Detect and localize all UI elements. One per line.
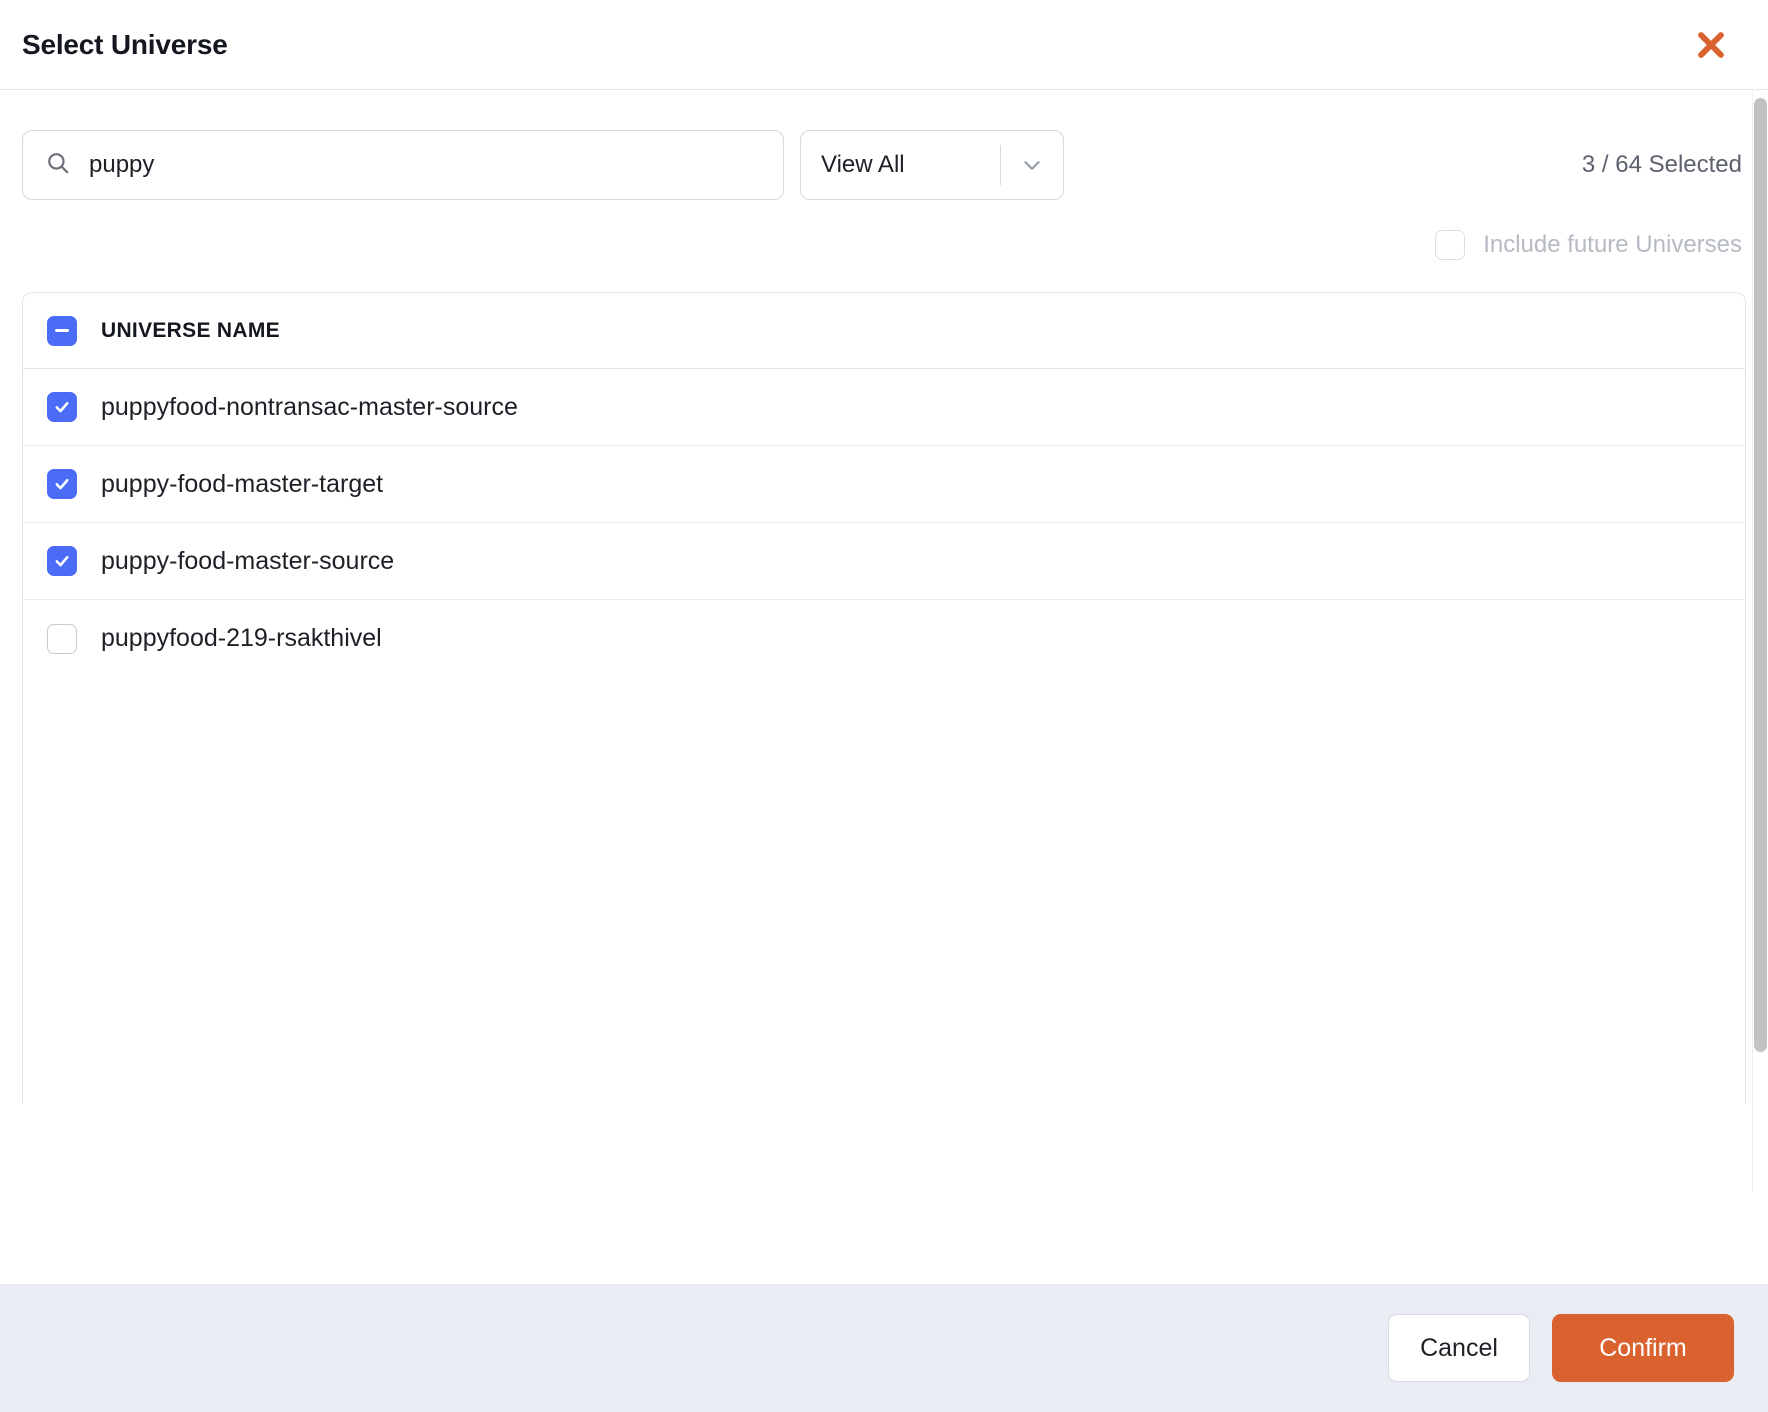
check-icon [55,555,69,567]
row-label: puppy-food-master-source [101,546,395,575]
row-label: puppyfood-219-rsakthivel [101,624,382,652]
include-future-label: Include future Universes [1483,231,1742,258]
cancel-button[interactable]: Cancel [1388,1314,1530,1382]
selected-count: 3 / 64 Selected [1581,151,1742,178]
row-label: puppy-food-master-target [101,469,384,498]
check-icon [55,478,69,490]
table-row[interactable]: puppyfood-nontransac-master-source [23,369,1745,446]
table-row[interactable]: puppy-food-master-source [23,523,1745,600]
confirm-button[interactable]: Confirm [1552,1314,1734,1382]
view-filter-value: View All [821,151,905,178]
row-label: puppyfood-nontransac-master-source [101,392,518,421]
modal-header: Select Universe [0,0,1768,90]
modal-footer: Cancel Confirm [0,1284,1768,1412]
controls-row: View All 3 / 64 Selected [22,90,1746,200]
page-title: Select Universe [22,28,228,60]
search-icon [45,150,71,181]
universe-table: UNIVERSE NAME puppyfood-nontransac-maste… [22,292,1746,1104]
table-row[interactable]: puppyfood-219-rsakthivel [23,600,1745,677]
table-header-row: UNIVERSE NAME [23,293,1745,369]
table-row[interactable]: puppy-food-master-target [23,446,1745,523]
indeterminate-dash-icon [55,329,69,332]
search-input[interactable] [89,151,761,179]
search-box[interactable] [22,130,784,200]
column-header-universe-name: UNIVERSE NAME [101,318,280,342]
row-checkbox[interactable] [47,469,77,499]
view-filter-select[interactable]: View All [800,130,1064,200]
row-checkbox[interactable] [47,623,77,654]
row-checkbox[interactable] [47,392,77,422]
close-icon [1694,28,1728,62]
include-future-checkbox [1435,230,1466,260]
chevron-down-icon[interactable] [1001,152,1063,178]
row-checkbox[interactable] [47,546,77,576]
vertical-scrollbar-track[interactable] [1752,90,1768,1192]
modal-body: View All 3 / 64 Selected Include future … [0,90,1768,1284]
select-all-checkbox[interactable] [47,315,77,346]
close-button[interactable] [1688,22,1734,68]
include-future-row: Include future Universes [22,200,1746,260]
vertical-scrollbar-thumb[interactable] [1754,98,1767,1052]
select-universe-modal: Select Universe View All [0,0,1768,1412]
check-icon [55,401,69,413]
